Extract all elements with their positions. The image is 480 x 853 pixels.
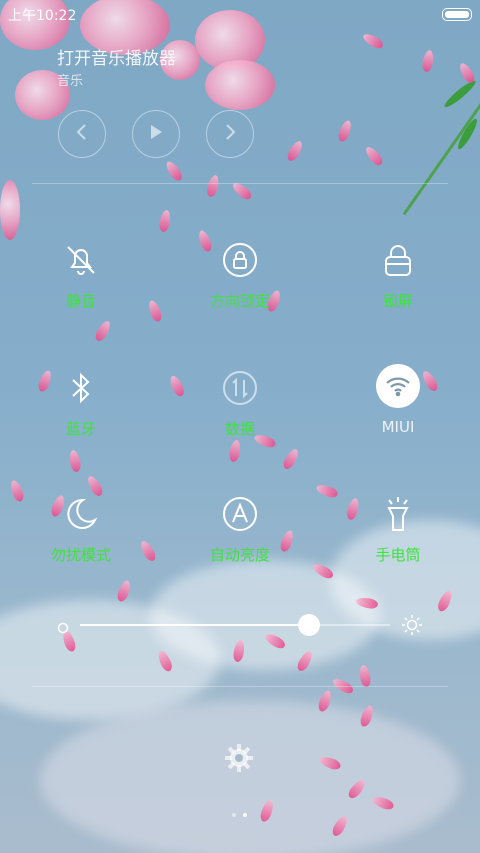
toggle-flashlight-label: 手电筒 — [375, 546, 421, 564]
mobile-data-icon — [220, 368, 260, 408]
music-player-title[interactable]: 打开音乐播放器 — [57, 44, 176, 69]
flashlight-icon — [378, 494, 418, 534]
status-time: 上午10:22 — [8, 8, 77, 24]
play-button[interactable] — [132, 110, 180, 158]
toggle-mute-label: 静音 — [65, 292, 96, 310]
divider — [32, 183, 448, 184]
brightness-fill — [80, 624, 310, 626]
battery-icon — [442, 8, 472, 21]
settings-button[interactable] — [223, 742, 255, 774]
toggle-bluetooth[interactable]: 蓝牙 — [21, 368, 141, 458]
bluetooth-icon — [61, 368, 101, 408]
brightness-slider[interactable] — [80, 614, 390, 636]
toggle-do-not-disturb[interactable]: 勿扰模式 — [21, 494, 141, 584]
brightness-low-icon — [57, 619, 69, 634]
mute-bell-icon — [61, 240, 101, 280]
play-icon — [149, 124, 163, 144]
brightness-high-icon — [401, 614, 423, 636]
next-icon — [223, 124, 237, 144]
toggle-rotation-lock[interactable]: 方向锁定 — [180, 240, 300, 330]
toggle-lock-screen-label: 锁屏 — [382, 292, 413, 310]
gear-icon — [223, 744, 255, 778]
divider — [32, 686, 448, 687]
toggle-do-not-disturb-label: 勿扰模式 — [50, 546, 111, 564]
lock-screen-icon — [378, 240, 418, 280]
toggle-auto-brightness-label: 自动亮度 — [209, 546, 270, 564]
toggle-bluetooth-label: 蓝牙 — [65, 420, 96, 438]
toggle-mute[interactable]: 静音 — [21, 240, 141, 330]
wifi-icon — [376, 364, 420, 408]
page-indicator-dot-active — [243, 813, 247, 817]
do-not-disturb-moon-icon — [61, 494, 101, 534]
toggle-mobile-data[interactable]: 数据 — [180, 368, 300, 458]
notification-shade: 上午10:22 打开音乐播放器 音乐 静音 方向锁定 锁屏 蓝牙 数据 MIUI… — [0, 0, 480, 853]
toggle-mobile-data-label: 数据 — [224, 420, 255, 438]
toggle-lock-screen[interactable]: 锁屏 — [338, 240, 458, 330]
toggle-flashlight[interactable]: 手电筒 — [338, 494, 458, 584]
next-button[interactable] — [206, 110, 254, 158]
toggle-rotation-lock-label: 方向锁定 — [209, 292, 270, 310]
toggle-auto-brightness[interactable]: 自动亮度 — [180, 494, 300, 584]
toggle-wifi[interactable]: MIUI — [338, 364, 458, 454]
auto-brightness-icon — [220, 494, 260, 534]
page-indicator-dot — [232, 813, 236, 817]
music-player-subtitle: 音乐 — [57, 74, 84, 89]
previous-icon — [75, 124, 89, 144]
previous-button[interactable] — [58, 110, 106, 158]
toggle-wifi-label: MIUI — [381, 418, 415, 436]
rotation-lock-icon — [220, 240, 260, 280]
